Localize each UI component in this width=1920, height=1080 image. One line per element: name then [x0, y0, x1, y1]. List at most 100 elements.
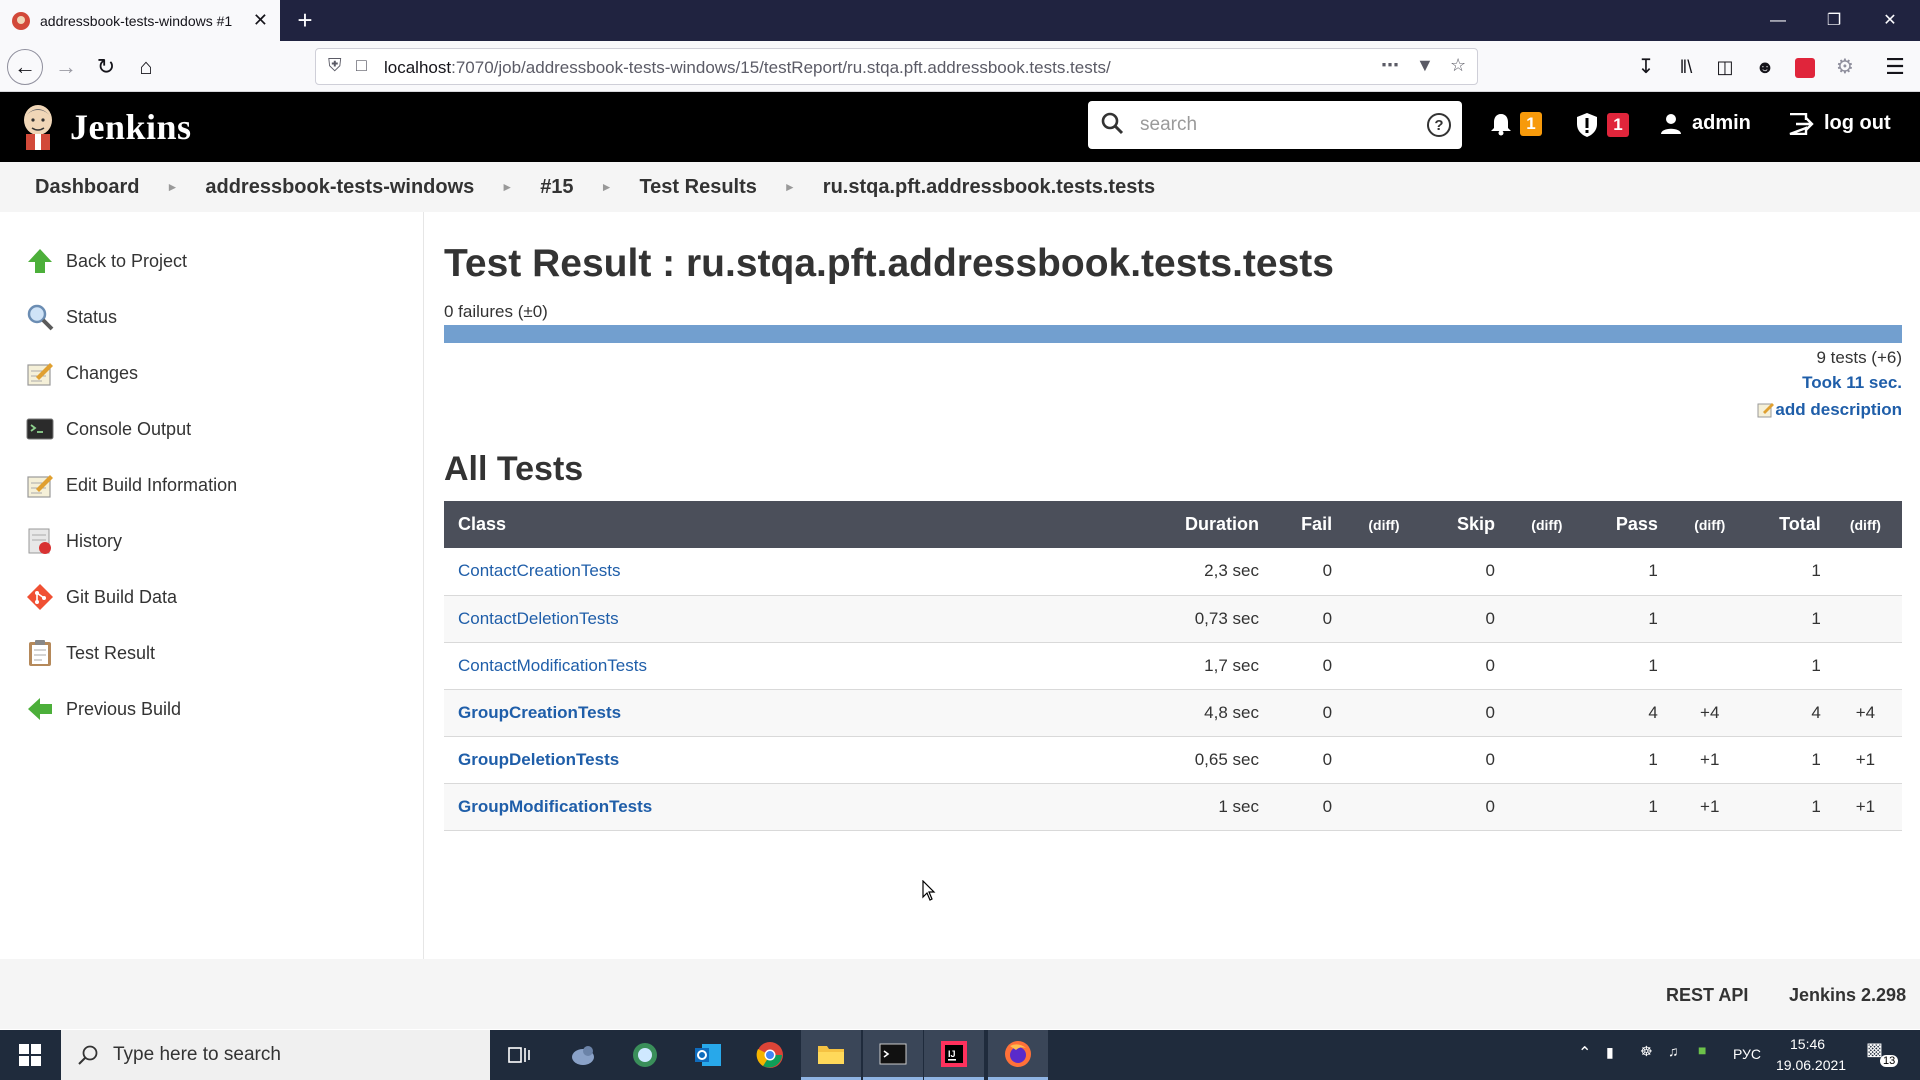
column-header-skip-diff[interactable]: (diff): [1502, 501, 1591, 548]
jenkins-brand[interactable]: Jenkins: [70, 106, 192, 148]
total-cell: 1: [1753, 548, 1829, 596]
outlook-icon[interactable]: [678, 1030, 738, 1080]
library-icon[interactable]: ‖\: [1668, 49, 1704, 85]
reload-icon[interactable]: ↻: [88, 49, 124, 85]
app-bird-icon[interactable]: [553, 1030, 613, 1080]
column-header-skip[interactable]: Skip: [1427, 501, 1503, 548]
notification-count: 13: [1880, 1055, 1899, 1067]
security-alerts-button[interactable]: 1: [1575, 112, 1629, 138]
back-icon[interactable]: ←: [7, 49, 43, 85]
test-class-link[interactable]: GroupDeletionTests: [458, 750, 619, 769]
jenkins-logo-icon[interactable]: [20, 102, 56, 150]
sidebar-item-changes[interactable]: Changes: [26, 358, 138, 388]
app-globe-icon[interactable]: [615, 1030, 675, 1080]
breadcrumb-build[interactable]: #15: [540, 176, 573, 199]
bookmark-star-icon[interactable]: ☆: [1450, 55, 1466, 76]
sidebar-icon[interactable]: ◫: [1707, 49, 1743, 85]
sidebar-item-history[interactable]: History: [26, 526, 122, 556]
pocket-icon[interactable]: ▼: [1416, 55, 1434, 76]
taskbar-search-box[interactable]: Type here to search: [61, 1030, 490, 1080]
pass-cell: 1: [1590, 548, 1666, 596]
test-class-link[interactable]: GroupModificationTests: [458, 797, 652, 816]
column-header-total-diff[interactable]: (diff): [1828, 501, 1902, 548]
search-input[interactable]: [1140, 109, 1400, 141]
test-class-link[interactable]: GroupCreationTests: [458, 703, 621, 722]
breadcrumb-dashboard[interactable]: Dashboard: [35, 176, 139, 199]
intellij-icon[interactable]: IJ: [924, 1030, 984, 1080]
browser-tab[interactable]: addressbook-tests-windows #1 ✕: [0, 0, 280, 41]
input-language[interactable]: РУС: [1733, 1046, 1761, 1062]
url-bar[interactable]: ⛨ □ localhost:7070/job/addressbook-tests…: [315, 48, 1478, 85]
clock-date[interactable]: 19.06.2021: [1776, 1057, 1846, 1073]
notifications-button[interactable]: 1: [1490, 112, 1542, 136]
sidebar-item-status[interactable]: Status: [26, 302, 117, 332]
test-progress-bar: [444, 325, 1902, 343]
breadcrumb-test-results[interactable]: Test Results: [639, 176, 756, 199]
close-tab-icon[interactable]: ✕: [253, 10, 268, 30]
page-actions-icon[interactable]: ⋯: [1381, 55, 1399, 76]
test-class-link[interactable]: ContactModificationTests: [458, 656, 647, 675]
tray-app-icon[interactable]: ■: [1698, 1042, 1706, 1058]
test-class-link[interactable]: ContactCreationTests: [458, 561, 621, 580]
search-box[interactable]: ?: [1088, 101, 1462, 149]
column-header-fail[interactable]: Fail: [1266, 501, 1341, 548]
tests-count: 9 tests (+6): [1816, 348, 1902, 367]
battery-icon[interactable]: ▮: [1606, 1044, 1614, 1061]
shield-alert-icon: [1577, 113, 1597, 137]
took-link[interactable]: Took 11 sec.: [1802, 373, 1902, 393]
chevron-right-icon[interactable]: ►: [784, 180, 796, 194]
test-results-table: Class Duration Fail (diff) Skip (diff) P…: [444, 501, 1902, 831]
network-icon[interactable]: ☸: [1640, 1043, 1653, 1060]
page-info-icon[interactable]: □: [356, 55, 367, 76]
clock-time[interactable]: 15:46: [1790, 1036, 1825, 1052]
column-header-class[interactable]: Class: [444, 501, 1165, 548]
jenkins-version-link[interactable]: Jenkins 2.298: [1789, 985, 1906, 1006]
extension-icon[interactable]: [1787, 49, 1823, 85]
restore-window-icon[interactable]: ❐: [1806, 0, 1862, 41]
sidebar-item-console-output[interactable]: Console Output: [26, 414, 191, 444]
start-button[interactable]: [0, 1030, 60, 1080]
home-icon[interactable]: ⌂: [128, 49, 164, 85]
shield-icon[interactable]: ⛨: [328, 55, 342, 76]
add-description-link[interactable]: add description: [1757, 400, 1902, 420]
help-icon[interactable]: ?: [1426, 112, 1452, 138]
extension-gear-icon[interactable]: ⚙: [1827, 49, 1863, 85]
chevron-right-icon[interactable]: ►: [501, 180, 513, 194]
duration-cell: 0,73 sec: [1164, 595, 1267, 643]
column-header-fail-diff[interactable]: (diff): [1340, 501, 1428, 548]
sidebar-item-back-to-project[interactable]: Back to Project: [26, 246, 187, 276]
new-tab-icon[interactable]: +: [290, 6, 320, 36]
chevron-right-icon[interactable]: ►: [166, 180, 178, 194]
downloads-icon[interactable]: ↧: [1628, 49, 1664, 85]
rest-api-link[interactable]: REST API: [1666, 985, 1748, 1006]
breadcrumb-package[interactable]: ru.stqa.pft.addressbook.tests.tests: [823, 176, 1155, 199]
sidebar-item-test-result[interactable]: Test Result: [26, 638, 155, 668]
volume-icon[interactable]: ♫: [1668, 1043, 1679, 1059]
test-class-link[interactable]: ContactDeletionTests: [458, 609, 619, 628]
fail-diff-cell: [1340, 736, 1428, 784]
sidebar-item-git-build-data[interactable]: Git Build Data: [26, 582, 177, 612]
task-view-icon[interactable]: [489, 1030, 549, 1080]
minimize-window-icon[interactable]: —: [1750, 0, 1806, 41]
account-icon[interactable]: ☻: [1747, 49, 1783, 85]
chrome-icon[interactable]: [740, 1030, 800, 1080]
total-cell: 1: [1753, 783, 1829, 831]
firefox-icon[interactable]: [988, 1030, 1048, 1080]
logout-button[interactable]: log out: [1788, 112, 1891, 135]
forward-icon[interactable]: →: [48, 49, 84, 85]
column-header-total[interactable]: Total: [1753, 501, 1829, 548]
sidebar-item-previous-build[interactable]: Previous Build: [26, 694, 181, 724]
breadcrumb-project[interactable]: addressbook-tests-windows: [205, 176, 474, 199]
menu-icon[interactable]: ☰: [1877, 49, 1913, 85]
column-header-duration[interactable]: Duration: [1164, 501, 1267, 548]
sidebar-item-edit-build-information[interactable]: Edit Build Information: [26, 470, 237, 500]
chevron-right-icon[interactable]: ►: [601, 180, 613, 194]
column-header-pass[interactable]: Pass: [1590, 501, 1666, 548]
tray-chevron-icon[interactable]: ⌃: [1578, 1043, 1591, 1063]
file-explorer-icon[interactable]: [801, 1030, 861, 1080]
user-button[interactable]: admin: [1660, 112, 1751, 135]
column-header-pass-diff[interactable]: (diff): [1665, 501, 1754, 548]
terminal-app-icon[interactable]: [863, 1030, 923, 1080]
url-text[interactable]: localhost:7070/job/addressbook-tests-win…: [384, 58, 1111, 78]
close-window-icon[interactable]: ✕: [1862, 0, 1918, 41]
